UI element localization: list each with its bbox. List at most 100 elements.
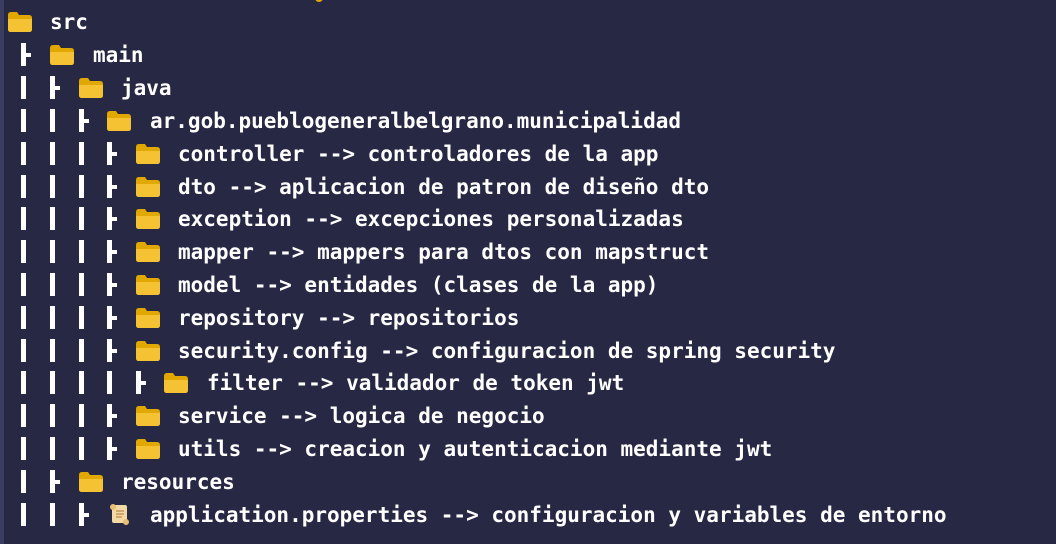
tree-item-label: service --> logica de negocio bbox=[178, 404, 545, 428]
tree-row-mapper[interactable]: mapper --> mappers para dtos con mapstru… bbox=[0, 235, 1056, 268]
tree-guide-branch bbox=[112, 447, 117, 451]
tree-item-label: model --> entidades (clases de la app) bbox=[178, 273, 659, 297]
folder-icon bbox=[136, 275, 160, 295]
tree-guide-line bbox=[50, 306, 55, 329]
tree-item-label: security.config --> configuracion de spr… bbox=[178, 339, 836, 363]
tree-guide-line bbox=[50, 109, 55, 132]
folder-icon bbox=[79, 78, 103, 98]
tree-row-filter[interactable]: filter --> validador de token jwt bbox=[0, 366, 1056, 399]
tree-guide-line bbox=[79, 142, 84, 165]
tree-item-label: repository --> repositorios bbox=[178, 306, 520, 330]
tree-guide-branch bbox=[141, 381, 146, 385]
tree-guide-line bbox=[21, 76, 26, 99]
tree-guide-line bbox=[79, 404, 84, 427]
tree-guide-line bbox=[21, 207, 26, 230]
tree-guide-line bbox=[21, 142, 26, 165]
tree-guide-line bbox=[79, 207, 84, 230]
tree-guide-line bbox=[79, 273, 84, 296]
tree-row-service[interactable]: service --> logica de negocio bbox=[0, 399, 1056, 432]
tree-guide-line bbox=[21, 470, 26, 493]
tree-guide-branch bbox=[112, 283, 117, 287]
folder-icon bbox=[136, 209, 160, 229]
tree-item-label: mapper --> mappers para dtos con mapstru… bbox=[178, 240, 710, 264]
tree-guide-line bbox=[50, 503, 55, 526]
tree-guide-line bbox=[21, 240, 26, 263]
folder-icon bbox=[136, 308, 160, 328]
tree-guide-line bbox=[50, 240, 55, 263]
folder-icon bbox=[79, 472, 103, 492]
tree-row-controller[interactable]: controller --> controladores de la app bbox=[0, 137, 1056, 170]
folder-icon bbox=[136, 144, 160, 164]
tree-guide-branch bbox=[112, 185, 117, 189]
tree-guide-branch bbox=[55, 480, 60, 484]
folder-icon bbox=[136, 177, 160, 197]
tree-item-label: exception --> excepciones personalizadas bbox=[178, 207, 684, 231]
tree-guide-line bbox=[21, 404, 26, 427]
tree-guide-line bbox=[21, 339, 26, 362]
tree-guide-line bbox=[21, 371, 26, 394]
file-tree: src main java ar.gob.pueblogeneralbelgra… bbox=[0, 0, 1056, 544]
tree-item-label: dto --> aplicacion de patron de diseño d… bbox=[178, 175, 710, 199]
tree-item-label: application.properties --> configuracion… bbox=[150, 503, 947, 527]
tree-guide-line bbox=[79, 240, 84, 263]
tree-item-label: src bbox=[50, 10, 88, 34]
tree-row-exception[interactable]: exception --> excepciones personalizadas bbox=[0, 202, 1056, 235]
tree-item-label: resources bbox=[121, 470, 235, 494]
tree-guide-branch bbox=[112, 250, 117, 254]
tree-item-label: utils --> creacion y autenticacion media… bbox=[178, 437, 773, 461]
tree-guide-line bbox=[50, 371, 55, 394]
tree-guide-line bbox=[21, 503, 26, 526]
tree-guide-branch bbox=[112, 316, 117, 320]
tree-guide-branch bbox=[84, 513, 89, 517]
tree-guide-line bbox=[79, 306, 84, 329]
tree-row-java[interactable]: java bbox=[0, 71, 1056, 104]
tree-row-utils[interactable]: utils --> creacion y autenticacion media… bbox=[0, 432, 1056, 465]
scroll-file-icon bbox=[107, 502, 131, 525]
tree-row-src[interactable]: src bbox=[0, 5, 1056, 38]
tree-row-security-config[interactable]: security.config --> configuracion de spr… bbox=[0, 334, 1056, 367]
tree-guide-branch bbox=[112, 217, 117, 221]
tree-guide-line bbox=[107, 371, 112, 394]
tree-guide-line bbox=[79, 175, 84, 198]
tree-guide-branch bbox=[84, 119, 89, 123]
tree-guide-line bbox=[21, 273, 26, 296]
tree-row-package[interactable]: ar.gob.pueblogeneralbelgrano.municipalid… bbox=[0, 104, 1056, 137]
tree-guide-line bbox=[50, 404, 55, 427]
folder-icon bbox=[136, 341, 160, 361]
tree-item-label: ar.gob.pueblogeneralbelgrano.municipalid… bbox=[150, 109, 682, 133]
folder-icon bbox=[50, 45, 74, 65]
tree-row-main[interactable]: main bbox=[0, 38, 1056, 71]
tree-guide-line bbox=[79, 371, 84, 394]
folder-icon bbox=[8, 12, 32, 32]
tree-row-dto[interactable]: dto --> aplicacion de patron de diseño d… bbox=[0, 170, 1056, 203]
tree-guide-branch bbox=[55, 86, 60, 90]
tree-item-label: main bbox=[93, 43, 144, 67]
tree-guide-line bbox=[50, 273, 55, 296]
tree-item-label: controller --> controladores de la app bbox=[178, 142, 659, 166]
tree-guide-branch bbox=[112, 414, 117, 418]
tree-guide-branch bbox=[112, 349, 117, 353]
tree-row-model[interactable]: model --> entidades (clases de la app) bbox=[0, 268, 1056, 301]
tree-guide-line bbox=[50, 142, 55, 165]
tree-guide-branch bbox=[26, 53, 31, 57]
tree-row-application-properties[interactable]: application.properties --> configuracion… bbox=[0, 498, 1056, 531]
folder-icon bbox=[136, 406, 160, 426]
tree-item-label: filter --> validador de token jwt bbox=[207, 371, 625, 395]
folder-icon bbox=[107, 111, 131, 131]
tree-guide-line bbox=[21, 109, 26, 132]
tree-guide-line bbox=[21, 437, 26, 460]
folder-icon bbox=[136, 242, 160, 262]
tree-guide-line bbox=[50, 207, 55, 230]
tree-guide-branch bbox=[112, 152, 117, 156]
tree-guide-line bbox=[21, 175, 26, 198]
tree-row-resources[interactable]: resources bbox=[0, 465, 1056, 498]
tree-guide-line bbox=[50, 437, 55, 460]
folder-icon bbox=[164, 373, 188, 393]
tree-guide-line bbox=[21, 306, 26, 329]
clipped-folder-icon bbox=[315, 0, 323, 2]
tree-guide-line bbox=[50, 175, 55, 198]
tree-guide-line bbox=[79, 437, 84, 460]
tree-item-label: java bbox=[121, 76, 172, 100]
tree-row-repository[interactable]: repository --> repositorios bbox=[0, 301, 1056, 334]
tree-guide-line bbox=[50, 339, 55, 362]
